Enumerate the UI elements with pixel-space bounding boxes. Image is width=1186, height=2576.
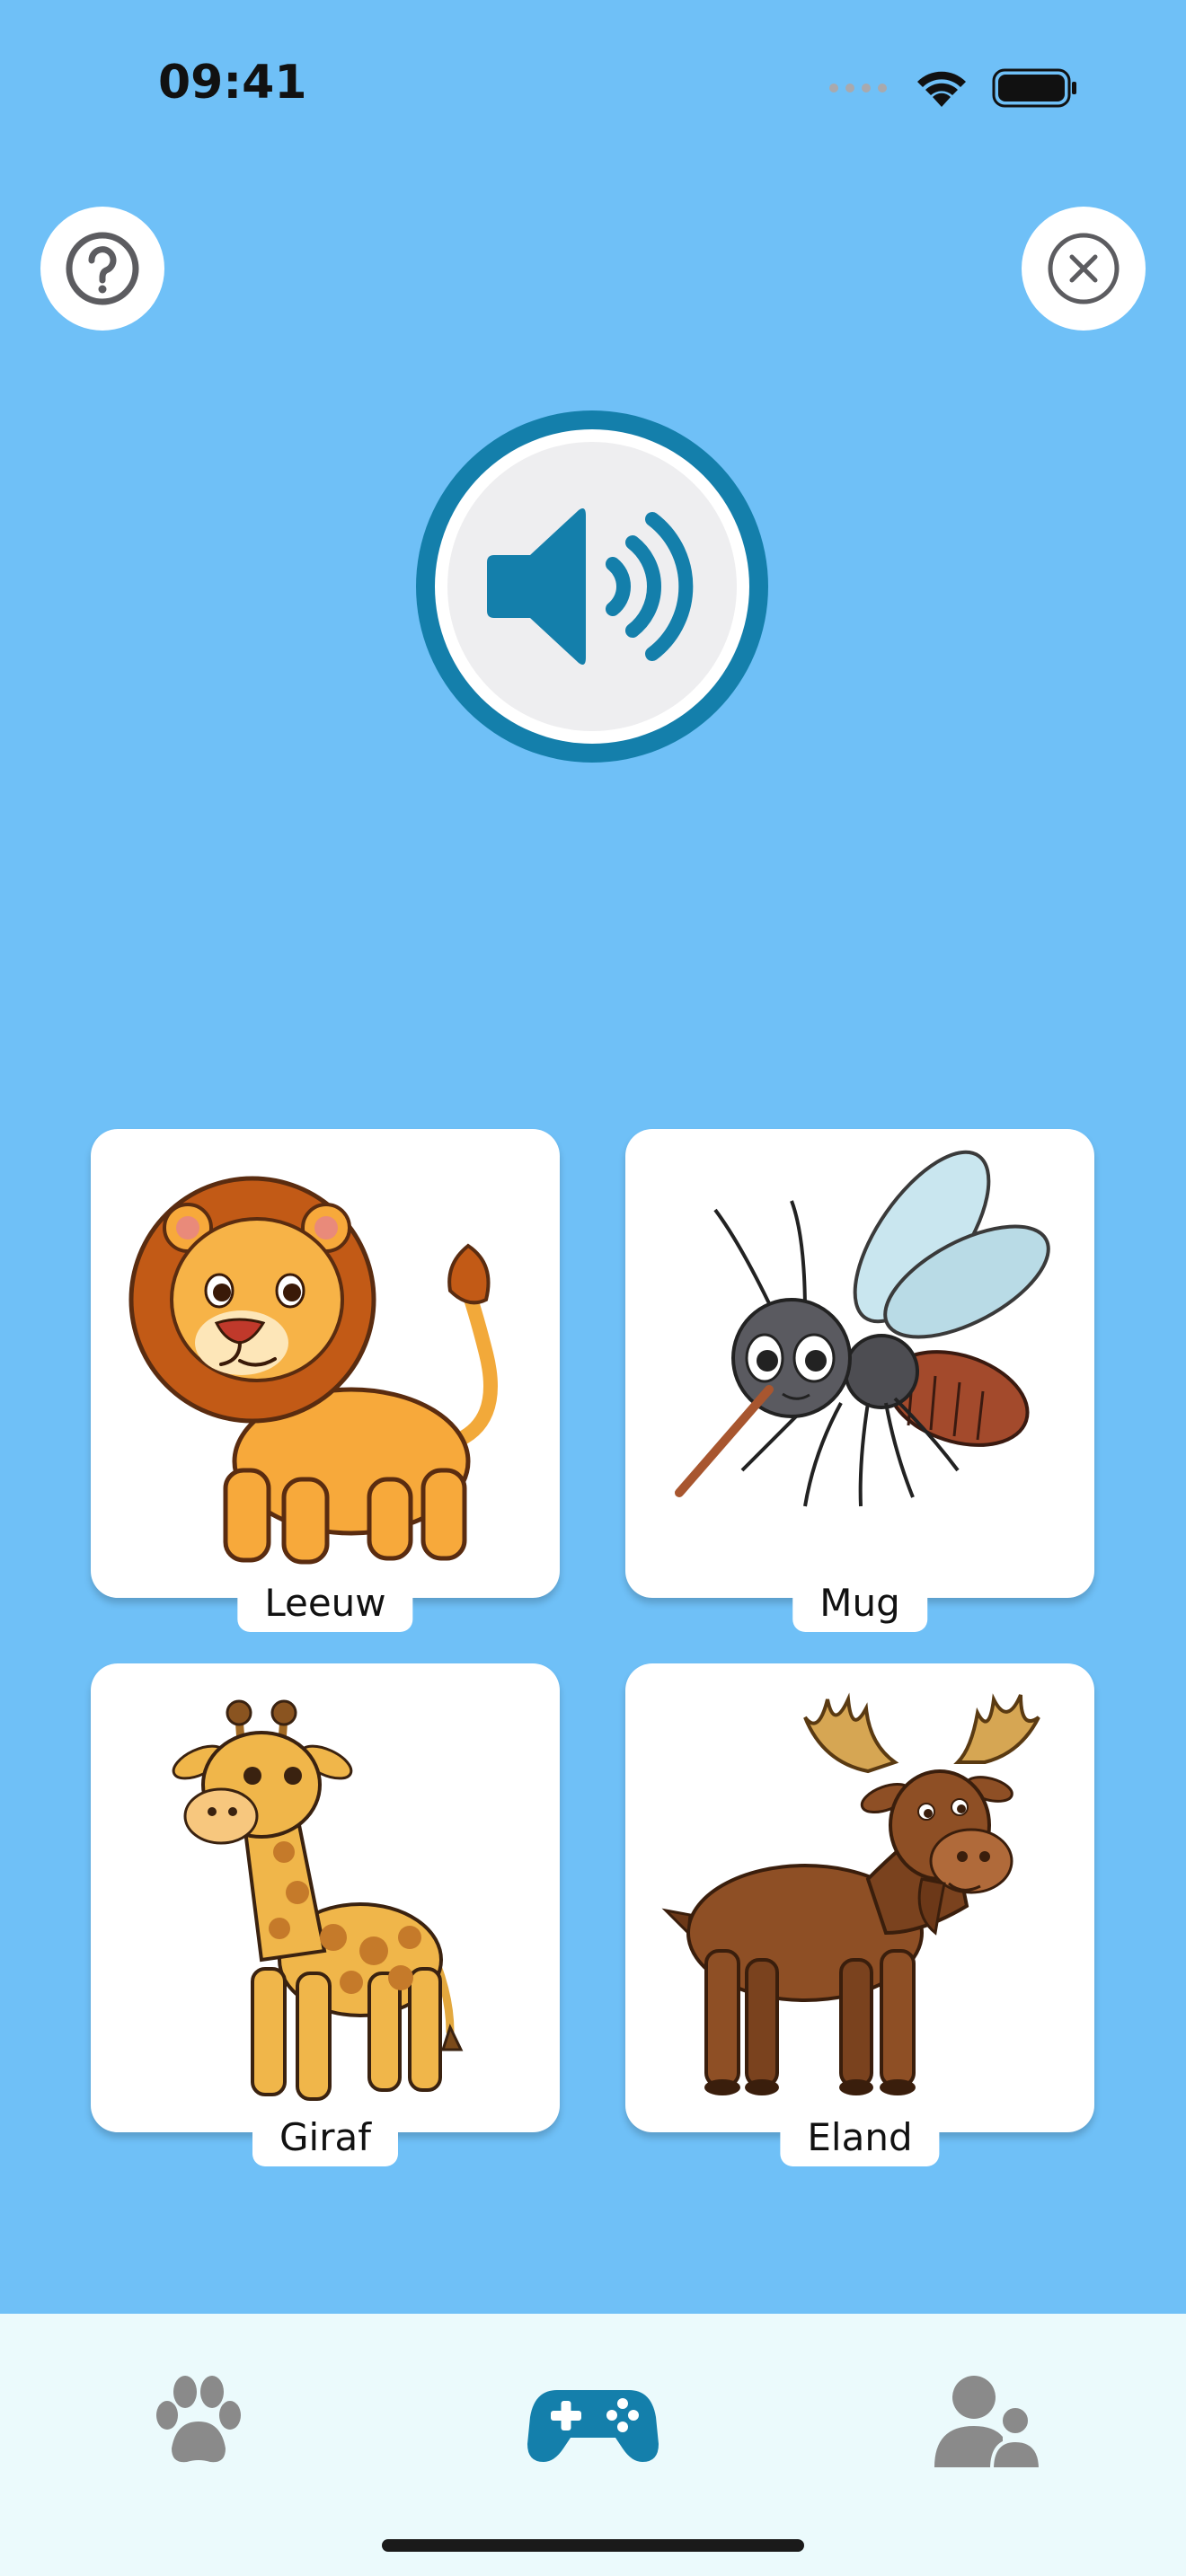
play-sound-button[interactable] [416, 410, 768, 763]
tab-game[interactable] [521, 2368, 665, 2475]
game-screen: 09:41 Leeuw Mug Giraf Eland [0, 0, 1186, 2576]
speaker-volume-icon [487, 508, 694, 665]
status-icons [828, 61, 1078, 115]
mosquito-illustration [675, 1150, 1050, 1507]
answer-label-lion: Leeuw [237, 1575, 413, 1632]
wifi-icon [917, 71, 966, 107]
answer-card-lion[interactable]: Leeuw [91, 1129, 560, 1632]
answer-card-moose[interactable]: Eland [625, 1663, 1094, 2166]
answer-label-giraffe: Giraf [252, 2110, 399, 2166]
tab-profiles[interactable] [917, 2368, 1061, 2475]
close-button[interactable] [1022, 207, 1146, 331]
giraffe-illustration [172, 1699, 464, 2101]
tab-animals[interactable] [127, 2368, 270, 2475]
users-icon [934, 2376, 1043, 2471]
question-circle-icon [66, 232, 139, 305]
tab-bar [0, 2314, 1186, 2576]
signal-icon [829, 84, 887, 93]
answer-card-mosquito[interactable]: Mug [625, 1129, 1094, 1632]
status-time: 09:41 [158, 56, 307, 110]
help-button[interactable] [40, 207, 164, 331]
battery-icon [992, 68, 1076, 108]
close-circle-icon [1048, 233, 1120, 304]
answer-label-moose: Eland [780, 2110, 940, 2166]
lion-illustration [128, 1176, 498, 1565]
home-indicator[interactable] [382, 2539, 804, 2552]
gamepad-icon [527, 2390, 659, 2462]
answer-label-mosquito: Mug [792, 1575, 927, 1632]
moose-illustration [661, 1692, 1040, 2095]
answer-card-giraffe[interactable]: Giraf [91, 1663, 560, 2166]
paw-icon [156, 2376, 241, 2463]
